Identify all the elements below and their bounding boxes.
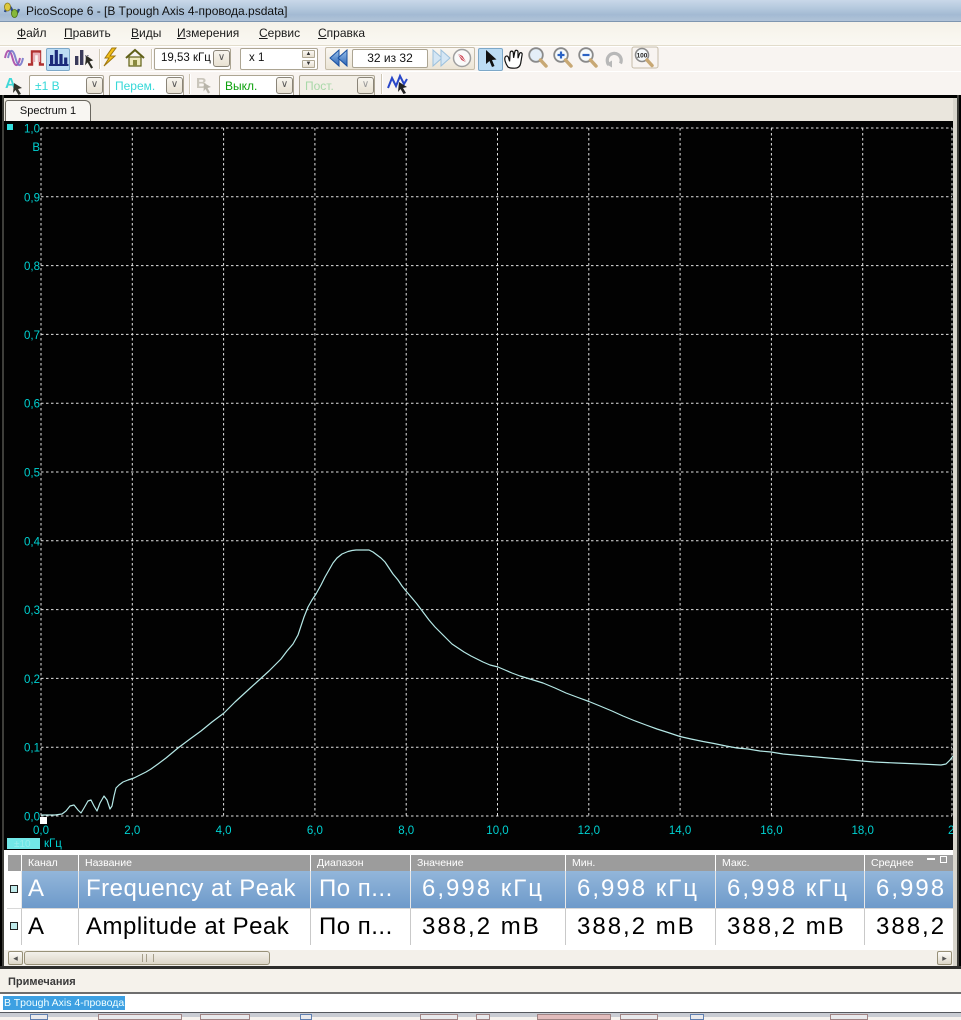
svg-text:8,0: 8,0 (398, 825, 414, 837)
svg-text:0,1: 0,1 (24, 743, 40, 755)
svg-text:12,0: 12,0 (578, 825, 600, 837)
svg-text:0,6: 0,6 (24, 399, 40, 411)
svg-text:0,0: 0,0 (33, 825, 49, 837)
svg-text:B: B (196, 75, 207, 92)
svg-text:0,8: 0,8 (24, 261, 40, 273)
svg-text:0,4: 0,4 (24, 536, 41, 548)
svg-text:1,0: 1,0 (24, 124, 40, 136)
svg-text:0,5: 0,5 (24, 468, 40, 480)
svg-text:0,2: 0,2 (24, 674, 40, 686)
svg-text:18,0: 18,0 (852, 825, 874, 837)
svg-text:14,0: 14,0 (669, 825, 691, 837)
svg-text:100: 100 (637, 53, 648, 60)
svg-text:0,0: 0,0 (24, 812, 40, 824)
svg-text:0,3: 0,3 (24, 605, 40, 617)
svg-text:2,0: 2,0 (124, 825, 140, 837)
svg-text:10,0: 10,0 (486, 825, 508, 837)
svg-text:0,9: 0,9 (24, 192, 40, 204)
svg-text:В: В (32, 142, 40, 154)
svg-text:16,0: 16,0 (760, 825, 782, 837)
svg-text:2: 2 (948, 825, 953, 837)
svg-text:6,0: 6,0 (307, 825, 323, 837)
svg-text:кГц: кГц (44, 838, 62, 850)
svg-text:±10: ±10 (14, 839, 31, 850)
svg-text:4,0: 4,0 (216, 825, 232, 837)
svg-text:0,7: 0,7 (24, 330, 40, 342)
